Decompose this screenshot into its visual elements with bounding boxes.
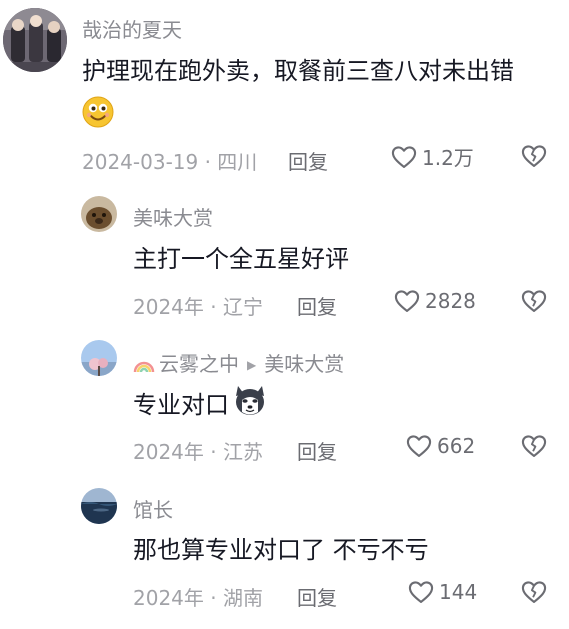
dislike-button[interactable] <box>520 287 548 319</box>
broken-heart-icon <box>521 581 547 603</box>
comment-text: 主打一个全五星好评 <box>133 245 349 273</box>
like-button[interactable]: 662 <box>405 432 475 460</box>
broken-heart-icon <box>521 435 547 457</box>
comment-text: 护理现在跑外卖，取餐前三查八对未出错 <box>82 56 514 86</box>
author-name[interactable]: 哉治的夏天 <box>82 14 182 43</box>
comment-text: 专业对口 <box>133 390 229 420</box>
comment-meta: 2024年 · 江苏 <box>133 440 263 464</box>
like-count: 662 <box>437 434 476 458</box>
like-button[interactable]: 144 <box>407 578 477 606</box>
comment-text-content: 护理现在跑外卖，取餐前三查八对未出错 <box>82 57 514 85</box>
heart-outline-icon <box>394 290 420 312</box>
reply-to-name[interactable]: 美味大赏 <box>264 352 344 376</box>
reply-button[interactable]: 回复 <box>297 582 337 611</box>
comment-item: 云雾之中 ▶ 美味大赏 专业对口 2024年 · 江苏 回复 662 <box>0 326 569 472</box>
avatar[interactable] <box>81 340 117 376</box>
husky-emoji <box>232 382 268 418</box>
like-count: 2828 <box>425 289 476 313</box>
broken-heart-icon <box>521 145 547 167</box>
comment-text-content: 专业对口 <box>133 391 229 419</box>
comment-item: 馆长 那也算专业对口了 不亏不亏 2024年 · 湖南 回复 144 <box>0 472 569 629</box>
author-name[interactable]: 馆长 <box>133 494 173 523</box>
author-name[interactable]: 美味大赏 <box>133 202 213 231</box>
avatar[interactable] <box>81 488 117 524</box>
dislike-button[interactable] <box>520 142 548 174</box>
heart-outline-icon <box>408 581 434 603</box>
reply-button[interactable]: 回复 <box>297 291 337 320</box>
comment-item: 哉治的夏天 护理现在跑外卖，取餐前三查八对未出错 2024-03-19 · 四川… <box>0 0 569 180</box>
like-count: 144 <box>439 580 478 604</box>
dislike-button[interactable] <box>520 578 548 610</box>
like-count: 1.2万 <box>422 146 474 170</box>
reply-button[interactable]: 回复 <box>297 436 337 465</box>
smiling-face-emoji <box>82 96 114 128</box>
like-button[interactable]: 1.2万 <box>390 142 474 171</box>
comment-item: 美味大赏 主打一个全五星好评 2024年 · 辽宁 回复 2828 <box>0 180 569 326</box>
author-name-text: 云雾之中 <box>159 352 239 376</box>
heart-outline-icon <box>391 145 417 168</box>
reply-arrow-icon: ▶ <box>247 358 257 372</box>
dislike-button[interactable] <box>520 432 548 464</box>
heart-outline-icon <box>406 435 432 457</box>
broken-heart-icon <box>521 290 547 312</box>
comment-text: 那也算专业对口了 不亏不亏 <box>133 536 429 564</box>
reply-button[interactable]: 回复 <box>288 146 328 175</box>
rainbow-emoji <box>133 361 155 373</box>
author-name[interactable]: 云雾之中 ▶ 美味大赏 <box>133 348 344 377</box>
like-button[interactable]: 2828 <box>393 287 476 315</box>
comment-meta: 2024年 · 辽宁 <box>133 295 263 319</box>
comment-meta: 2024-03-19 · 四川 <box>82 150 258 174</box>
comment-meta: 2024年 · 湖南 <box>133 586 263 610</box>
avatar[interactable] <box>81 196 117 232</box>
avatar[interactable] <box>3 8 67 72</box>
